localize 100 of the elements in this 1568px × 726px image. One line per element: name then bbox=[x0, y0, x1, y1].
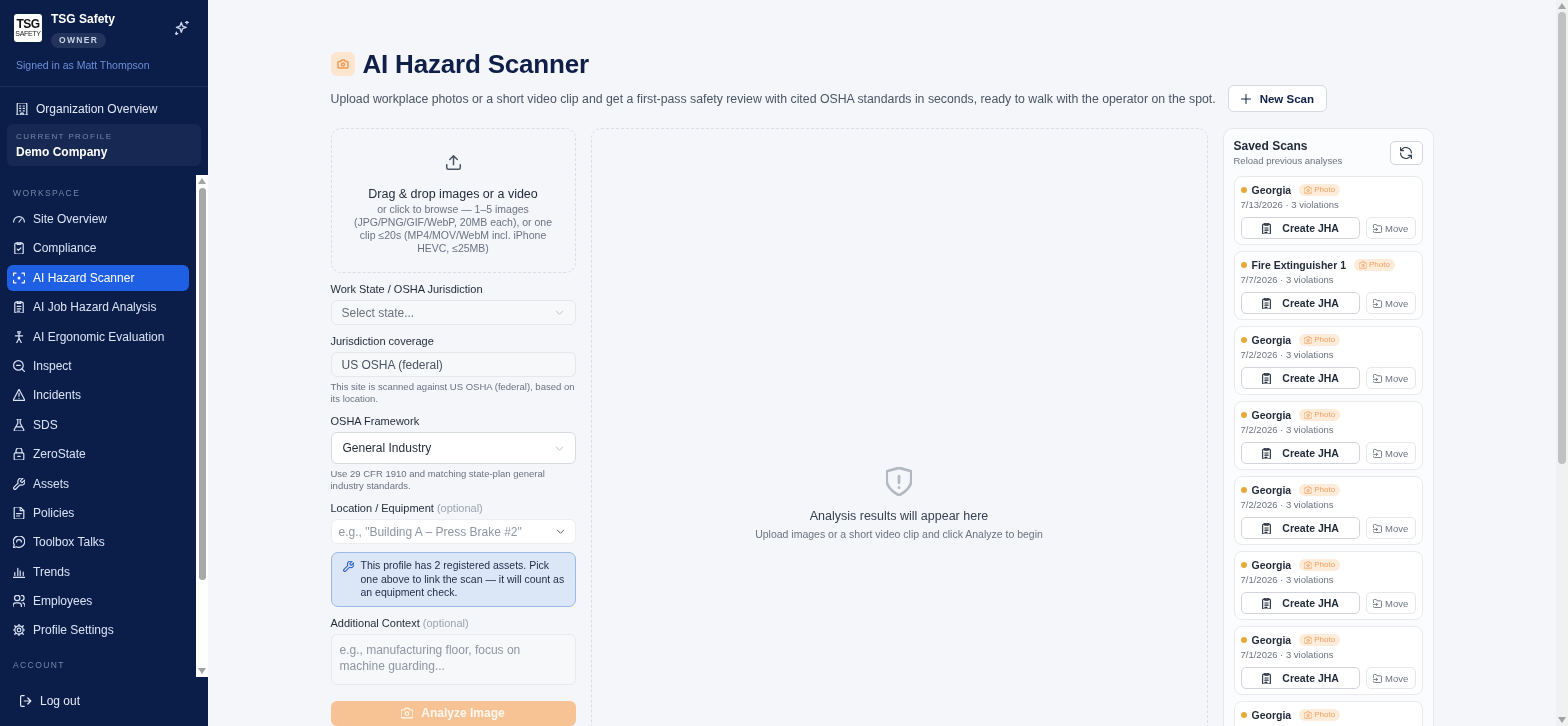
panel-title: Saved Scans bbox=[1233, 139, 1309, 153]
nav-item[interactable]: Inspect bbox=[7, 352, 189, 379]
readonly-field: US OSHA (federal) bbox=[330, 352, 576, 377]
move-button[interactable]: Move bbox=[1365, 217, 1416, 239]
new-scan-button[interactable]: New Scan bbox=[1227, 85, 1327, 112]
document-icon bbox=[13, 506, 25, 519]
nav-item[interactable]: Incidents bbox=[7, 382, 189, 409]
folder-arrow-icon bbox=[1373, 523, 1383, 533]
nav-item[interactable]: AI Hazard Scanner bbox=[7, 264, 189, 291]
move-button[interactable]: Move bbox=[1365, 292, 1416, 314]
flask-icon bbox=[13, 418, 25, 431]
text-area[interactable]: e.g., manufacturing floor, focus on machine guarding... bbox=[330, 633, 576, 685]
logout-button[interactable]: Log out bbox=[0, 689, 208, 713]
create-jha-button[interactable]: Create JHA bbox=[1240, 367, 1360, 389]
create-jha-button[interactable]: Create JHA bbox=[1240, 217, 1360, 239]
create-jha-button[interactable]: Create JHA bbox=[1240, 442, 1360, 464]
field-label: Work State / OSHA Jurisdiction bbox=[330, 282, 484, 296]
media-label: Photo bbox=[1314, 184, 1336, 195]
results-hint: Upload images or a short video clip and click Analyze to begin bbox=[755, 528, 1043, 541]
scan-icon bbox=[13, 271, 25, 284]
scrollbar-thumb[interactable] bbox=[198, 188, 206, 580]
scan-card[interactable]: Georgia Photo 7/2/2026 · 3 violations Create JHA Move bbox=[1233, 476, 1423, 545]
clipboard-list-icon bbox=[1261, 522, 1273, 534]
settings-icon bbox=[13, 624, 25, 637]
dropdown-field[interactable]: General Industry bbox=[330, 432, 576, 464]
camera-icon bbox=[1304, 635, 1313, 644]
scan-card[interactable]: Georgia Photo 7/1/2026 · 3 violations Create JHA Move bbox=[1233, 626, 1423, 695]
info-text: This profile has 2 registered assets. Pick one above to link the scan — it will count as an equipment check. bbox=[360, 559, 566, 600]
scan-meta: 7/7/2026 · 3 violations bbox=[1240, 274, 1335, 286]
create-jha-button[interactable]: Create JHA bbox=[1240, 517, 1360, 539]
chat-bubble-icon bbox=[13, 536, 25, 549]
dot-icon bbox=[1240, 261, 1247, 268]
field-label: Location / Equipment (optional) bbox=[330, 501, 484, 515]
results-title: Analysis results will appear here bbox=[809, 509, 989, 524]
dropzone-hint: or click to browse — 1–5 images (JPG/PNG/GIF/WebP, 20MB each), or one clip ≤20s (MP4/MOV/WebM incl. iPhone HEVC, ≤25MB) bbox=[353, 203, 553, 255]
media-label: Photo bbox=[1314, 559, 1336, 570]
wrench-icon bbox=[342, 561, 354, 572]
dropdown-field[interactable]: Select state... bbox=[330, 300, 576, 325]
field-label: OSHA Framework bbox=[330, 414, 421, 428]
scan-name: Georgia bbox=[1251, 408, 1292, 421]
clipboard-list-icon bbox=[1261, 447, 1273, 459]
nav-item[interactable]: AI Job Hazard Analysis bbox=[7, 294, 189, 321]
nav-item[interactable]: Compliance bbox=[7, 235, 189, 262]
gauge-icon bbox=[13, 213, 25, 225]
nav-item[interactable]: Site Overview bbox=[7, 206, 189, 232]
nav-item[interactable]: Assets bbox=[7, 470, 189, 497]
move-button[interactable]: Move bbox=[1365, 517, 1416, 539]
create-jha-button[interactable]: Create JHA bbox=[1240, 667, 1360, 689]
combobox-field[interactable]: e.g., "Building A – Press Brake #2" bbox=[330, 519, 576, 544]
dot-icon bbox=[1240, 486, 1247, 493]
camera-icon bbox=[1304, 185, 1313, 194]
nav-item[interactable]: ZeroState bbox=[7, 441, 189, 468]
nav-item[interactable]: Profile Settings bbox=[7, 617, 189, 644]
scan-name: Georgia bbox=[1251, 333, 1292, 346]
scrollbar[interactable] bbox=[1556, 0, 1568, 726]
scan-meta: 7/2/2026 · 3 violations bbox=[1240, 424, 1335, 436]
scan-name: Georgia bbox=[1251, 558, 1292, 571]
scan-name: Georgia bbox=[1251, 633, 1292, 646]
move-button[interactable]: Move bbox=[1365, 667, 1416, 689]
field-label: Jurisdiction coverage bbox=[330, 334, 435, 348]
create-jha-button[interactable]: Create JHA bbox=[1240, 292, 1360, 314]
clipboard-check-icon bbox=[13, 242, 25, 255]
sparkle-icon[interactable] bbox=[175, 21, 189, 35]
bar-chart-icon bbox=[13, 565, 25, 578]
move-button[interactable]: Move bbox=[1365, 367, 1416, 389]
nav-item[interactable]: Policies bbox=[7, 499, 189, 526]
scrollbar[interactable] bbox=[196, 175, 208, 677]
scan-meta: 7/2/2026 · 3 violations bbox=[1240, 349, 1335, 361]
media-label: Photo bbox=[1314, 484, 1336, 495]
clipboard-list-icon bbox=[1261, 597, 1273, 609]
scan-card[interactable]: Fire Extinguisher 1 Photo 7/7/2026 · 3 violations Create JHA Move bbox=[1233, 251, 1423, 320]
move-button[interactable]: Move bbox=[1365, 442, 1416, 464]
dot-icon bbox=[1240, 411, 1247, 418]
upload-dropzone[interactable]: Drag & drop images or a video or click to browse — 1–5 images (JPG/PNG/GIF/WebP, 20MB each), or one clip ≤20s (MP4/MOV/WebM incl. iPhone HEVC, ≤25MB) bbox=[330, 128, 576, 273]
scan-card[interactable]: Georgia Photo 7/13/2026 · 3 violations Create JHA Move bbox=[1233, 176, 1423, 245]
nav-item[interactable]: Toolbox Talks bbox=[7, 529, 189, 556]
media-label: Photo bbox=[1314, 409, 1336, 420]
dot-icon bbox=[1240, 186, 1247, 193]
clipboard-list-icon bbox=[1261, 672, 1273, 684]
scan-meta: 7/1/2026 · 3 violations bbox=[1240, 649, 1335, 661]
scan-card[interactable]: Georgia Photo 7/2/2026 · 3 violations Create JHA Move bbox=[1233, 326, 1423, 395]
scan-card[interactable]: Georgia Photo 7/1/2026 · 3 violations Create JHA Move bbox=[1233, 551, 1423, 620]
create-jha-button[interactable]: Create JHA bbox=[1240, 592, 1360, 614]
logo-wordmark: TSG bbox=[16, 18, 40, 30]
profile-label: CURRENT PROFILE bbox=[16, 132, 114, 142]
scrollbar-thumb[interactable] bbox=[1558, 12, 1566, 464]
refresh-button[interactable] bbox=[1389, 141, 1423, 165]
scan-name: Georgia bbox=[1251, 708, 1292, 721]
camera-icon bbox=[1304, 560, 1313, 569]
move-button[interactable]: Move bbox=[1365, 592, 1416, 614]
scan-card[interactable]: Georgia Photo bbox=[1233, 701, 1423, 726]
nav-item[interactable]: Trends bbox=[7, 558, 189, 585]
shield-alert-icon bbox=[886, 467, 912, 496]
logout-icon bbox=[20, 695, 32, 707]
nav-item[interactable]: SDS bbox=[7, 411, 189, 438]
scan-card[interactable]: Georgia Photo 7/2/2026 · 3 violations Create JHA Move bbox=[1233, 401, 1423, 470]
dot-icon bbox=[1240, 336, 1247, 343]
nav-item[interactable]: AI Ergonomic Evaluation bbox=[7, 323, 189, 350]
organization-overview-link[interactable]: Organization Overview bbox=[0, 96, 208, 122]
nav-item[interactable]: Employees bbox=[7, 588, 189, 615]
